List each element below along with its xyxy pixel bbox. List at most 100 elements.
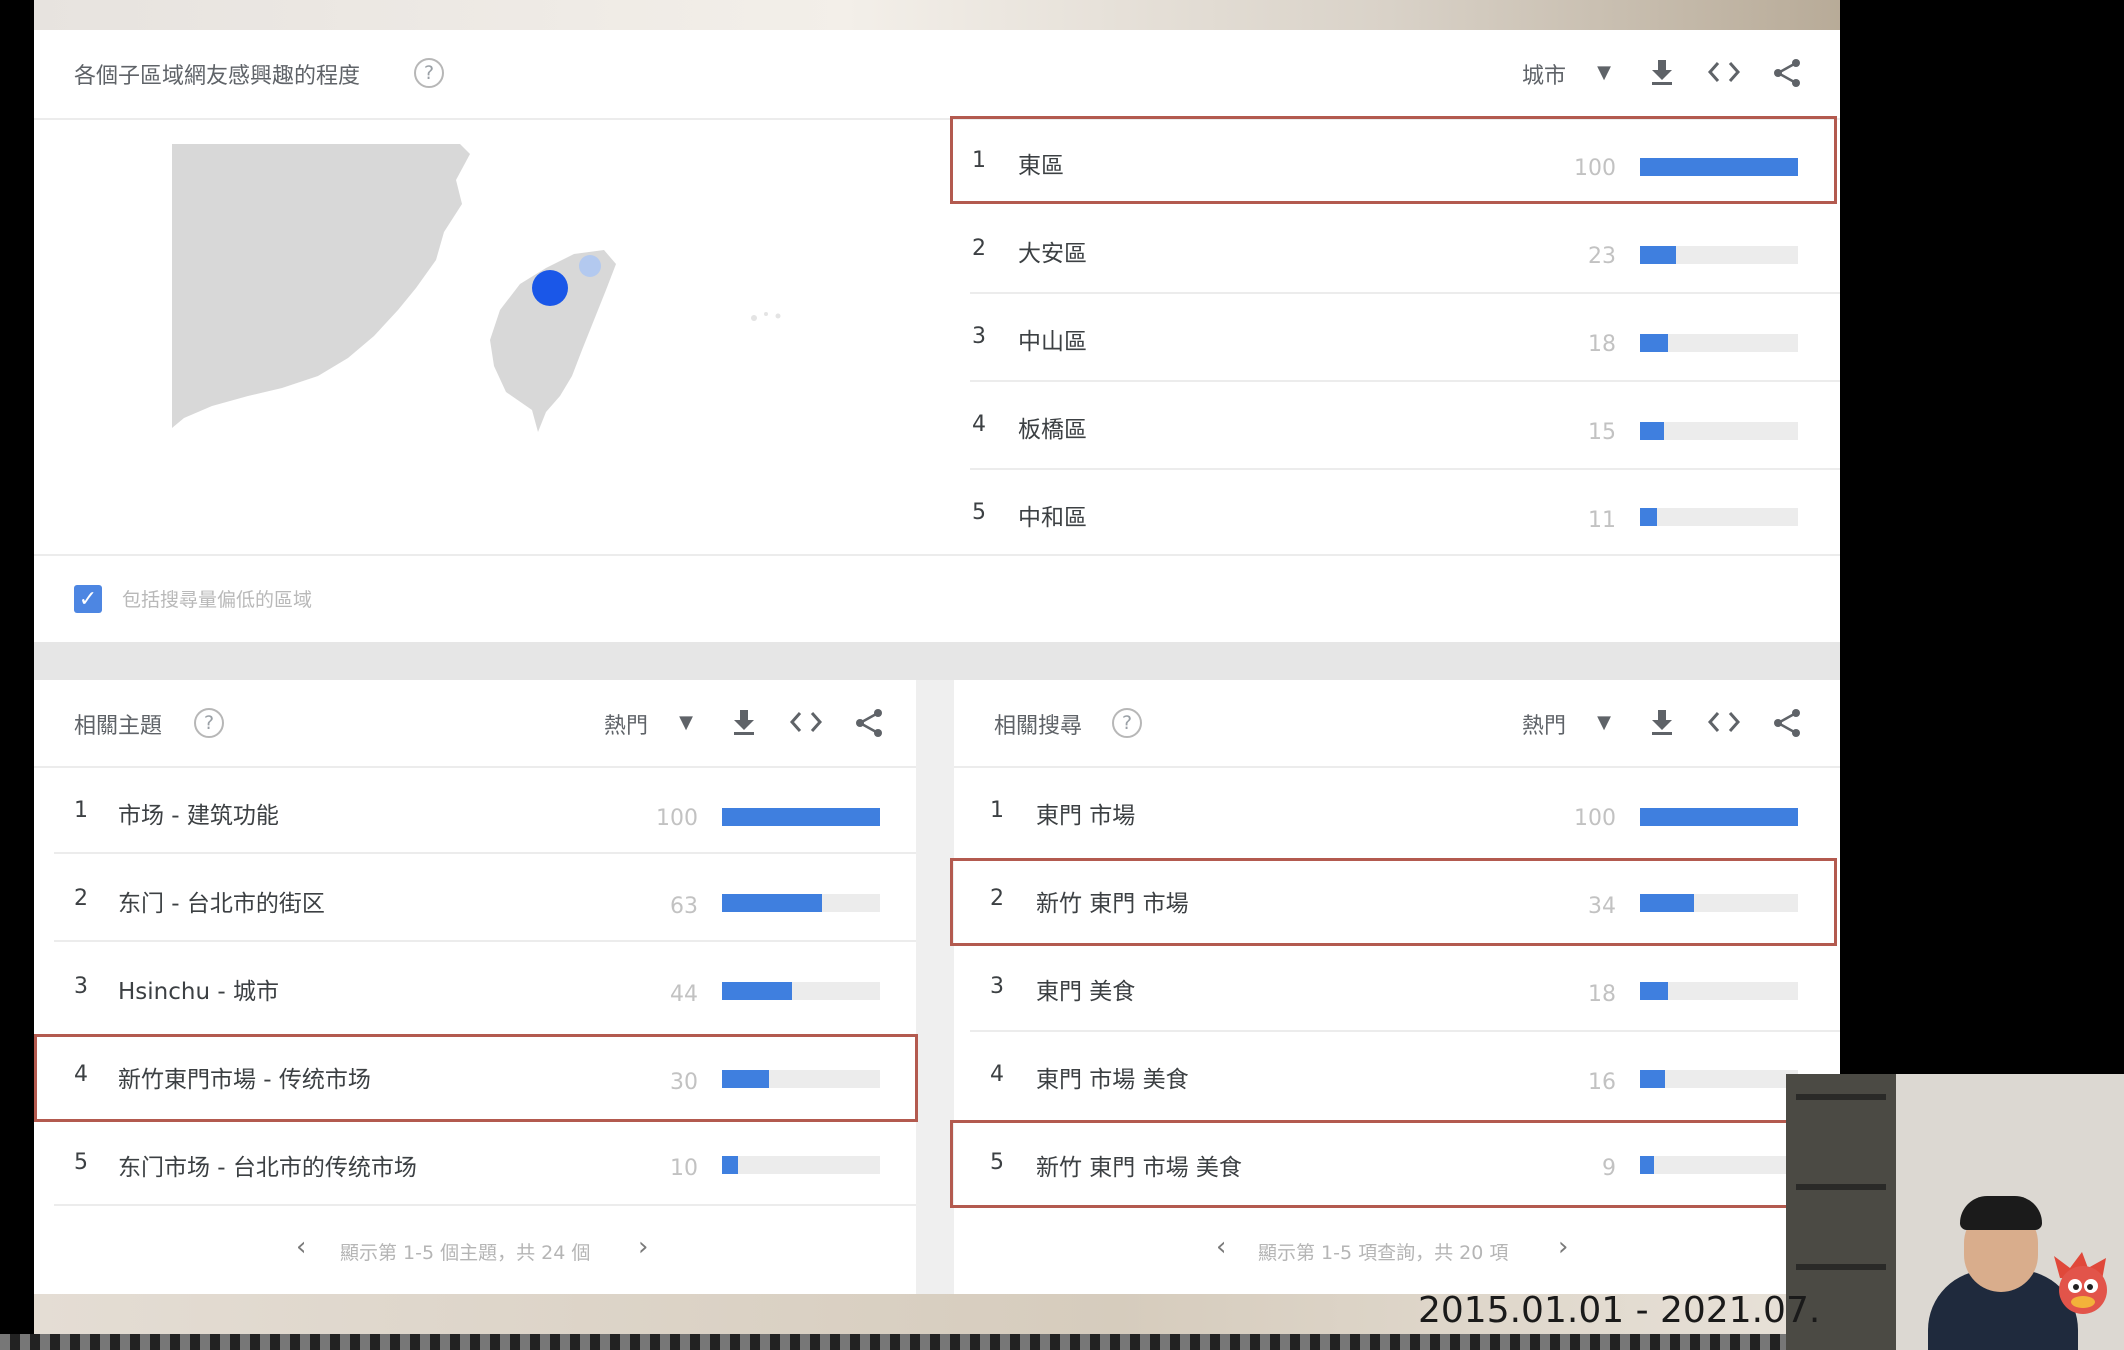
rank: 3 (74, 974, 88, 999)
share-icon[interactable] (1770, 56, 1804, 90)
topic-name[interactable]: 新竹東門市場 - 传统市场 (118, 1060, 371, 1094)
query-name[interactable]: 新竹 東門 市場 美食 (1036, 1148, 1242, 1182)
bar-fill (1640, 1070, 1666, 1088)
help-icon[interactable]: ? (194, 708, 224, 738)
row-divider (54, 852, 916, 854)
rank: 1 (74, 798, 88, 823)
bar-fill (722, 1070, 770, 1088)
query-name[interactable]: 東門 市場 (1036, 796, 1135, 830)
bar-track (1640, 334, 1798, 352)
topic-value: 100 (656, 806, 698, 831)
bar-fill (722, 808, 880, 826)
topic-name[interactable]: 市场 - 建筑功能 (118, 796, 279, 830)
map-dot-main (532, 270, 568, 306)
query-name[interactable]: 東門 美食 (1036, 972, 1135, 1006)
row-divider (970, 292, 1840, 294)
next-page-icon[interactable]: › (1558, 1232, 1568, 1262)
query-name[interactable]: 新竹 東門 市場 (1036, 884, 1189, 918)
topics-filter-label[interactable]: 熱門 (604, 708, 648, 740)
bar-track (1640, 808, 1798, 826)
bar-track (1640, 1156, 1798, 1174)
person-hair (1960, 1196, 2042, 1230)
topic-name[interactable]: 东门市场 - 台北市的传统市场 (118, 1148, 417, 1182)
bar-track (722, 808, 880, 826)
rank: 3 (990, 974, 1004, 999)
bar-fill (722, 894, 822, 912)
rank: 4 (972, 412, 986, 437)
caret-down-icon[interactable]: ▼ (674, 710, 698, 734)
region-name[interactable]: 東區 (1018, 146, 1064, 180)
region-name[interactable]: 中山區 (1018, 322, 1087, 356)
bar-fill (1640, 246, 1677, 264)
footer-divider (34, 554, 1840, 556)
row-divider (54, 1204, 916, 1206)
help-icon[interactable]: ? (414, 58, 444, 88)
topic-name[interactable]: Hsinchu - 城市 (118, 972, 279, 1006)
region-value: 15 (1588, 420, 1616, 445)
resolution-select-label[interactable]: 城市 (1522, 58, 1566, 90)
related-topics-title: 相關主題 (74, 714, 163, 739)
next-page-icon[interactable]: › (638, 1232, 648, 1262)
row-divider (970, 468, 1840, 470)
query-value: 16 (1588, 1070, 1616, 1095)
region-value: 11 (1588, 508, 1616, 533)
prev-page-icon[interactable]: ‹ (1216, 1232, 1226, 1262)
bar-track (722, 894, 880, 912)
subregion-card-title: 各個子區域網友感興趣的程度 (74, 64, 361, 89)
header-divider (954, 766, 1840, 768)
embed-icon[interactable] (1706, 706, 1742, 738)
region-name[interactable]: 大安區 (1018, 234, 1087, 268)
caret-down-icon[interactable]: ▼ (1592, 710, 1616, 734)
region-value: 100 (1574, 156, 1616, 181)
topic-value: 63 (670, 894, 698, 919)
include-low-volume-checkbox[interactable]: ✓ (74, 585, 102, 613)
mainland-coast-shape (172, 144, 470, 428)
rank: 5 (990, 1150, 1004, 1175)
download-icon[interactable] (1646, 56, 1678, 88)
bar-track (1640, 894, 1798, 912)
embed-icon[interactable] (788, 706, 824, 738)
bar-fill (1640, 808, 1798, 826)
prev-page-icon[interactable]: ‹ (296, 1232, 306, 1262)
region-name[interactable]: 中和區 (1018, 498, 1087, 532)
rank: 2 (74, 886, 88, 911)
queries-filter-label[interactable]: 熱門 (1522, 708, 1566, 740)
download-icon[interactable] (1646, 706, 1678, 738)
include-low-volume-label[interactable]: 包括搜尋量偏低的區域 (122, 585, 312, 612)
query-value: 9 (1602, 1156, 1616, 1181)
caret-down-icon[interactable]: ▼ (1592, 60, 1616, 84)
rank: 4 (74, 1062, 88, 1087)
bar-fill (722, 1156, 738, 1174)
webcam-overlay (1786, 1074, 2124, 1350)
embed-icon[interactable] (1706, 56, 1742, 88)
topic-value: 10 (670, 1156, 698, 1181)
topic-name[interactable]: 东门 - 台北市的街区 (118, 884, 325, 918)
section-gap (34, 642, 1840, 680)
download-icon[interactable] (728, 706, 760, 738)
map-dot-small (579, 255, 601, 277)
header-divider (34, 766, 916, 768)
card-separator (916, 680, 954, 1294)
rank: 1 (990, 798, 1004, 823)
rank: 5 (74, 1150, 88, 1175)
bar-track (722, 1070, 880, 1088)
bar-fill (1640, 982, 1669, 1000)
topic-value: 30 (670, 1070, 698, 1095)
region-map (172, 144, 781, 432)
bar-track (1640, 422, 1798, 440)
share-icon[interactable] (1770, 706, 1804, 740)
shelf-line (1796, 1184, 1886, 1190)
region-name[interactable]: 板橋區 (1018, 410, 1087, 444)
bar-fill (1640, 334, 1669, 352)
bar-track (1640, 246, 1798, 264)
bar-fill (722, 982, 792, 1000)
bar-fill (1640, 508, 1658, 526)
help-icon[interactable]: ? (1112, 708, 1142, 738)
row-divider (54, 940, 916, 942)
share-icon[interactable] (852, 706, 886, 740)
bar-track (1640, 508, 1798, 526)
date-range-overlay: 2015.01.01 - 2021.07. (1418, 1290, 1821, 1331)
bar-track (1640, 158, 1798, 176)
bar-track (722, 982, 880, 1000)
query-name[interactable]: 東門 市場 美食 (1036, 1060, 1189, 1094)
